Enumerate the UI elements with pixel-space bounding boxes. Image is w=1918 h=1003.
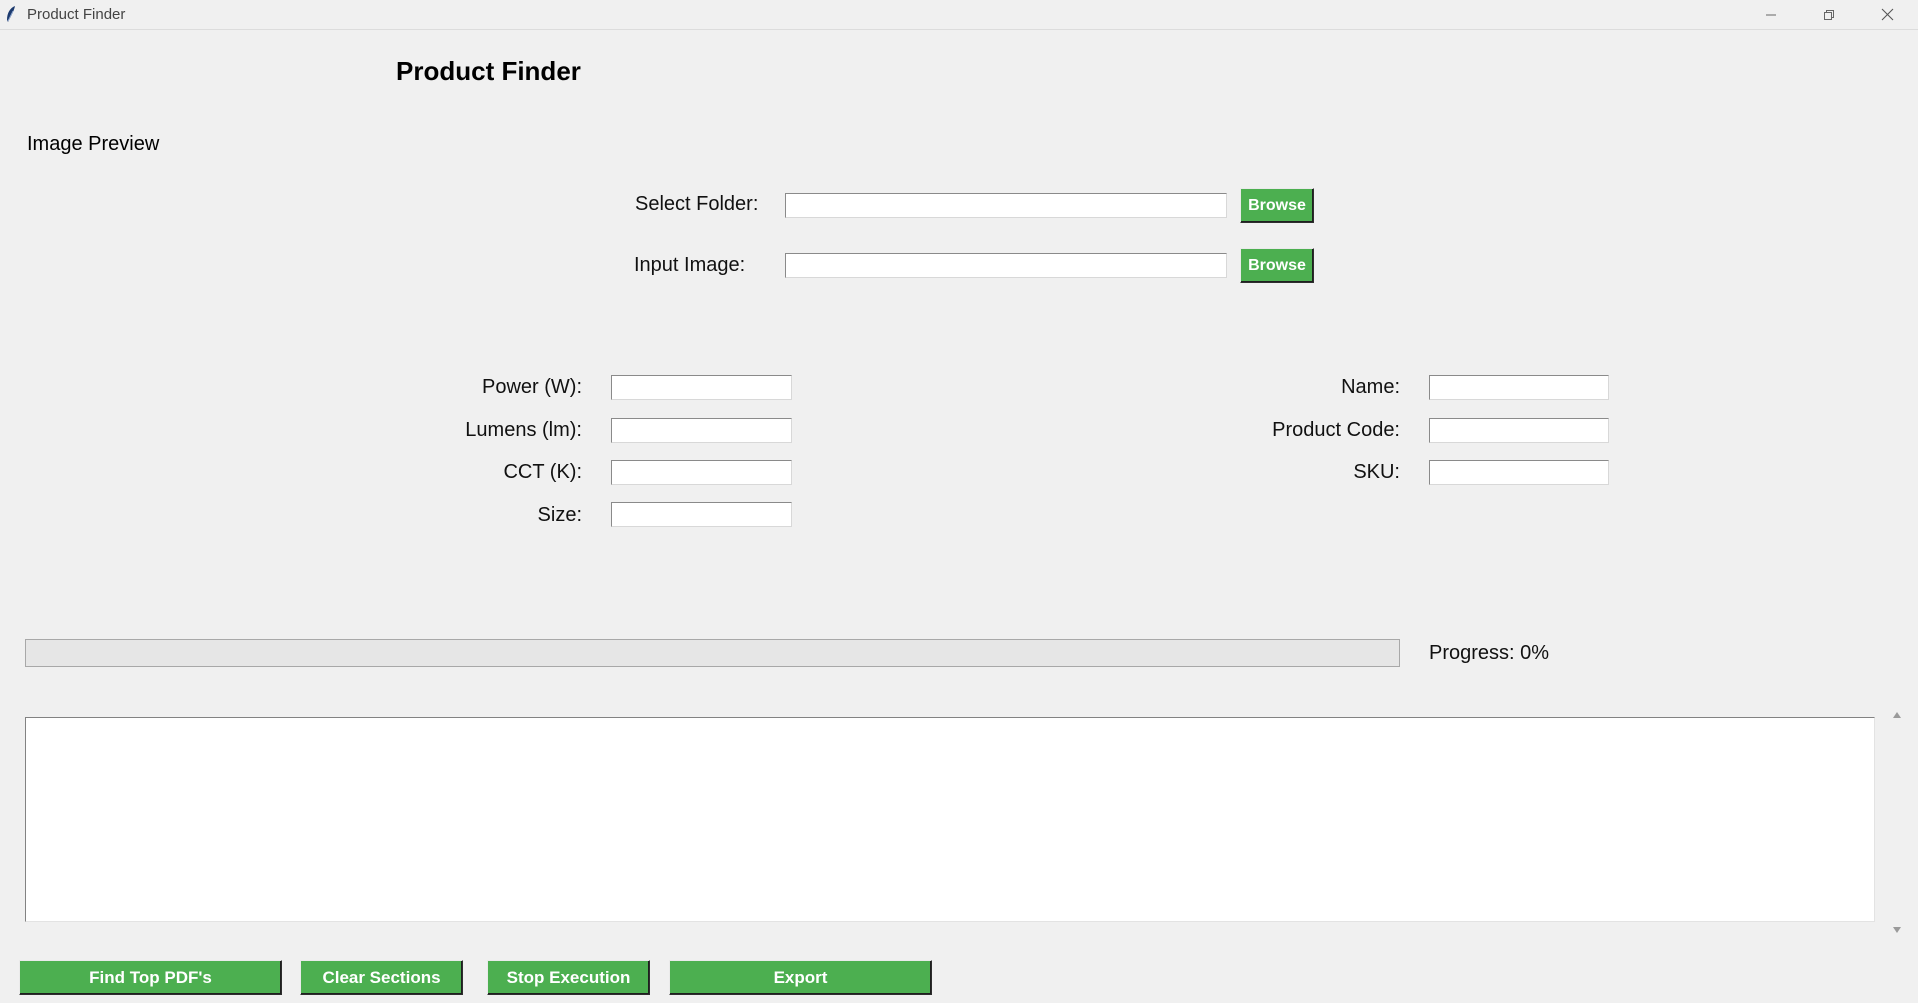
- close-icon: [1881, 8, 1894, 21]
- maximize-button[interactable]: [1800, 0, 1858, 29]
- window-title: Product Finder: [27, 6, 126, 23]
- feather-icon: [5, 5, 17, 23]
- title-bar: Product Finder: [0, 0, 1918, 30]
- browse-image-button[interactable]: Browse: [1240, 248, 1314, 283]
- find-top-pdfs-button[interactable]: Find Top PDF's: [19, 960, 282, 995]
- stop-execution-button[interactable]: Stop Execution: [487, 960, 650, 995]
- cct-label: CCT (K):: [503, 461, 582, 483]
- name-input[interactable]: [1429, 375, 1609, 400]
- lumens-label: Lumens (lm):: [465, 419, 582, 441]
- sku-input[interactable]: [1429, 460, 1609, 485]
- product-code-input[interactable]: [1429, 418, 1609, 443]
- progress-label: Progress: 0%: [1429, 642, 1550, 664]
- size-input[interactable]: [611, 502, 792, 527]
- image-preview-label: Image Preview: [27, 133, 160, 155]
- minimize-button[interactable]: [1742, 0, 1800, 29]
- app-window: Product Finder Product Finder Image Prev…: [0, 0, 1918, 1003]
- input-image-label: Input Image:: [634, 254, 746, 276]
- power-label: Power (W):: [482, 376, 582, 398]
- select-folder-input[interactable]: [785, 193, 1227, 218]
- browse-folder-button[interactable]: Browse: [1240, 188, 1314, 223]
- scroll-down-arrow-icon[interactable]: [1892, 925, 1902, 935]
- clear-sections-button[interactable]: Clear Sections: [300, 960, 463, 995]
- select-folder-label: Select Folder:: [635, 193, 759, 215]
- minimize-icon: [1765, 9, 1777, 21]
- output-log-scrollbar[interactable]: [1888, 710, 1906, 935]
- size-label: Size:: [537, 504, 582, 526]
- output-log[interactable]: [25, 717, 1875, 922]
- cct-input[interactable]: [611, 460, 792, 485]
- input-image-input[interactable]: [785, 253, 1227, 278]
- name-label: Name:: [1341, 376, 1400, 398]
- product-code-label: Product Code:: [1272, 419, 1400, 441]
- page-title: Product Finder: [396, 56, 581, 86]
- progress-bar: [25, 639, 1400, 667]
- power-input[interactable]: [611, 375, 792, 400]
- restore-icon: [1823, 9, 1835, 21]
- lumens-input[interactable]: [611, 418, 792, 443]
- close-button[interactable]: [1858, 0, 1916, 29]
- export-button[interactable]: Export: [669, 960, 932, 995]
- sku-label: SKU:: [1353, 461, 1400, 483]
- scroll-up-arrow-icon[interactable]: [1892, 710, 1902, 720]
